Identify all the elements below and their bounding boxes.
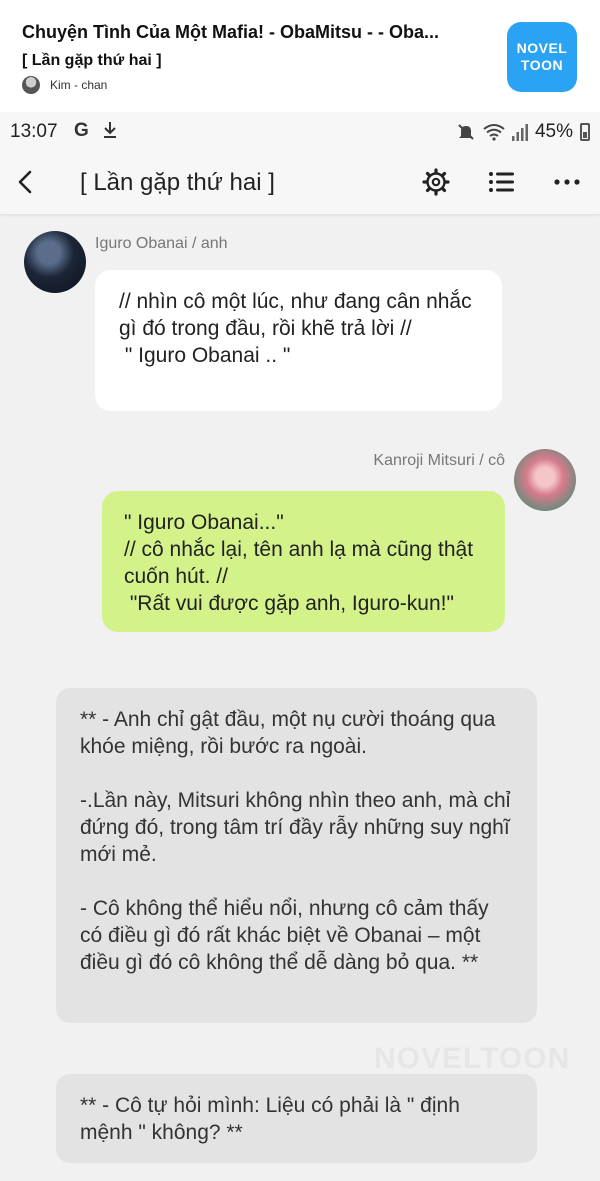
narration-block-2: ** - Cô tự hỏi mình: Liệu có phải là " đ… — [56, 1074, 537, 1163]
battery-level: 45% — [534, 121, 573, 142]
story-header[interactable]: Chuyện Tình Của Một Mafia! - ObaMitsu - … — [0, 0, 600, 112]
status-right: 45% — [456, 121, 590, 143]
author-avatar — [22, 76, 40, 94]
sender-name-mitsuri: Kanroji Mitsuri / cô — [373, 452, 505, 469]
narration-block: ** - Anh chỉ gật đầu, một nụ cười thoáng… — [56, 688, 537, 1023]
chapter-title: [ Lần gặp thứ hai ] — [80, 169, 275, 196]
narration-paragraph: ** - Anh chỉ gật đầu, một nụ cười thoáng… — [80, 708, 496, 758]
narration-paragraph: - Cô không thể hiểu nổi, nhưng cô cảm th… — [80, 897, 489, 974]
gear-icon[interactable] — [421, 167, 451, 197]
chapter-nav-bar: [ Lần gặp thứ hai ] — [0, 152, 600, 214]
message-bubble-obanai: // nhìn cô một lúc, như đang cân nhắc gì… — [95, 270, 502, 411]
avatar-obanai[interactable] — [24, 231, 86, 293]
download-icon — [104, 122, 116, 138]
signal-icon — [511, 124, 528, 141]
status-time: 13:07 — [10, 121, 58, 142]
back-icon — [18, 170, 32, 194]
logo-line1: NOVEL — [516, 40, 568, 56]
back-button[interactable] — [10, 166, 42, 198]
sender-name-obanai: Iguro Obanai / anh — [95, 235, 228, 252]
message-bubble-mitsuri: " Iguro Obanai..." // cô nhắc lại, tên a… — [102, 491, 505, 632]
noveltoon-watermark: NOVELTOON — [374, 1042, 570, 1076]
story-title: Chuyện Tình Của Một Mafia! - ObaMitsu - … — [22, 22, 439, 42]
list-icon[interactable] — [487, 167, 517, 197]
status-bar: 13:07 G 45% — [0, 112, 600, 152]
narration-paragraph: -.Lần này, Mitsuri không nhìn theo anh, … — [80, 789, 511, 866]
chapter-subtitle: [ Lần gặp thứ hai ] — [22, 52, 162, 69]
logo-line2: TOON — [520, 57, 564, 73]
more-icon[interactable] — [552, 167, 582, 197]
google-icon: G — [74, 120, 89, 141]
noveltoon-logo[interactable]: NOVEL TOON — [507, 22, 577, 92]
author-name: Kim - chan — [50, 78, 108, 92]
wifi-icon — [483, 124, 505, 141]
battery-icon — [580, 123, 590, 141]
avatar-mitsuri[interactable] — [514, 449, 576, 511]
mute-icon — [458, 124, 474, 140]
author-row: Kim - chan — [22, 76, 107, 94]
